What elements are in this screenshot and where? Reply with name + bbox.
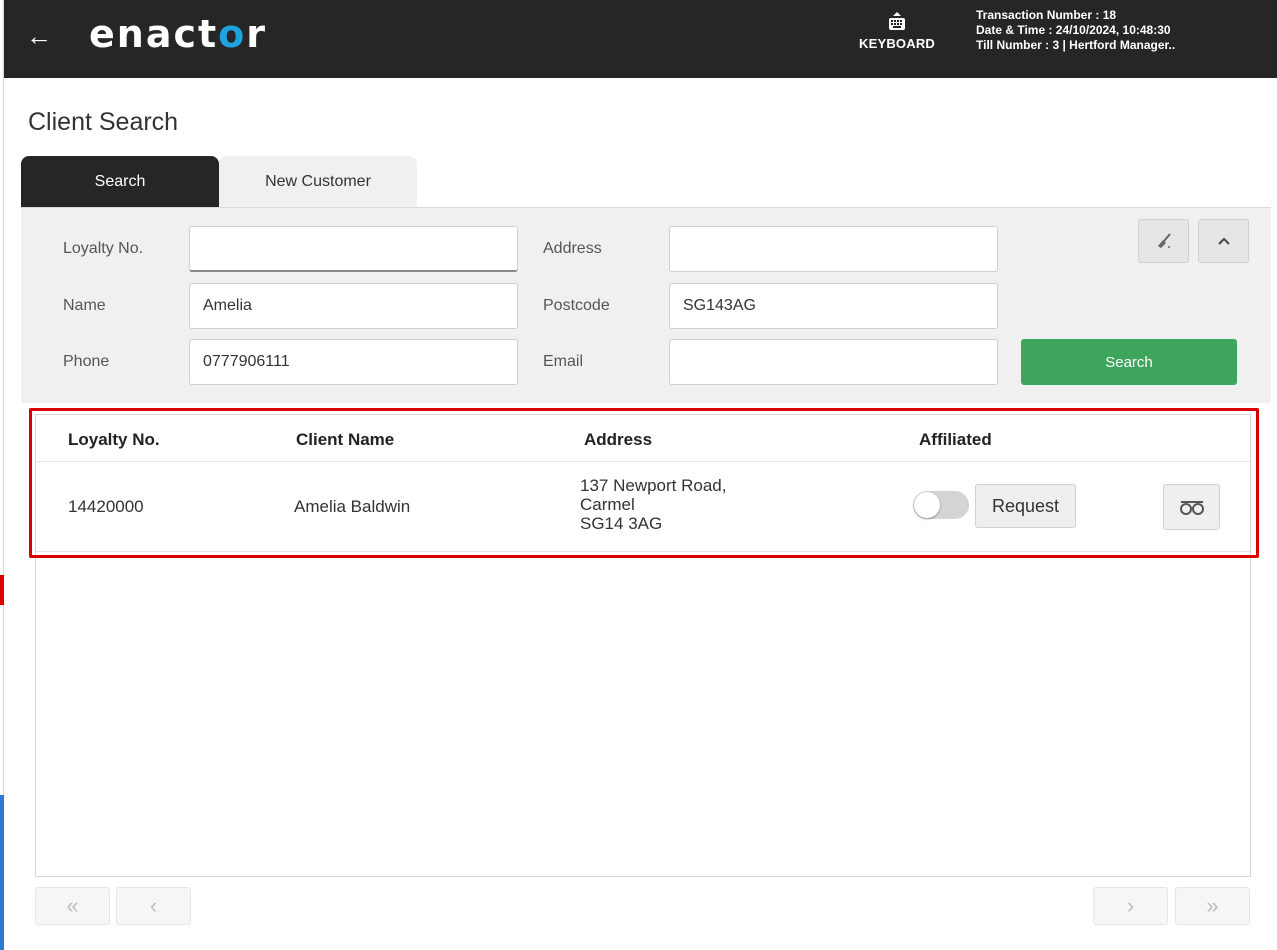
transaction-info: Transaction Number : 18 Date & Time : 24… xyxy=(976,8,1175,53)
address-label: Address xyxy=(543,240,602,257)
column-header-client-name: Client Name xyxy=(296,430,395,449)
address-line-3: SG14 3AG xyxy=(580,514,663,533)
row-address[interactable]: 137 Newport Road, Carmel SG14 3AG xyxy=(580,476,726,533)
loyalty-input[interactable] xyxy=(189,226,518,272)
transaction-number: Transaction Number : 18 xyxy=(976,8,1117,22)
broom-icon xyxy=(1157,233,1171,248)
last-page-button[interactable]: » xyxy=(1175,887,1250,925)
tab-search[interactable]: Search xyxy=(21,156,219,207)
row-divider xyxy=(36,551,1250,552)
glasses-icon xyxy=(1179,501,1204,515)
toggle-knob xyxy=(914,492,940,518)
first-page-button[interactable]: « xyxy=(35,887,110,925)
phone-input[interactable]: 0777906111 xyxy=(189,339,518,385)
keyboard-label: KEYBOARD xyxy=(859,36,935,51)
loyalty-label: Loyalty No. xyxy=(63,240,144,257)
header-divider xyxy=(36,461,1250,462)
view-details-button[interactable] xyxy=(1163,484,1220,530)
back-arrow-icon[interactable]: ← xyxy=(26,18,52,54)
till-number: Till Number : 3 | Hertford Manager.. xyxy=(976,38,1176,52)
search-button[interactable]: Search xyxy=(1021,339,1237,385)
background-window-edge xyxy=(0,0,4,950)
keyboard-button[interactable]: KEYBOARD xyxy=(852,12,942,51)
postcode-label: Postcode xyxy=(543,297,610,314)
email-label: Email xyxy=(543,353,584,370)
page-title: Client Search xyxy=(28,108,179,136)
column-header-affiliated: Affiliated xyxy=(919,430,992,449)
transaction-datetime: Date & Time : 24/10/2024, 10:48:30 xyxy=(976,23,1171,37)
row-loyalty-no[interactable]: 14420000 xyxy=(68,497,144,517)
app-header: ← enactor KEYBOARD Transaction Number : … xyxy=(4,0,1277,78)
next-page-button[interactable]: › xyxy=(1093,887,1168,925)
chevron-up-icon xyxy=(1217,237,1230,245)
column-header-address: Address xyxy=(584,430,653,449)
tab-new-customer[interactable]: New Customer xyxy=(219,156,417,207)
column-header-loyalty: Loyalty No. xyxy=(68,430,160,449)
affiliated-toggle[interactable] xyxy=(913,491,969,519)
previous-page-button[interactable]: ‹ xyxy=(116,887,191,925)
email-input[interactable] xyxy=(669,339,998,385)
address-input[interactable] xyxy=(669,226,998,272)
enactor-logo: enactor xyxy=(89,12,268,56)
keyboard-icon xyxy=(889,12,905,30)
name-input[interactable]: Amelia xyxy=(189,283,518,329)
collapse-button[interactable] xyxy=(1198,219,1249,263)
postcode-input[interactable]: SG143AG xyxy=(669,283,998,329)
address-line-2: Carmel xyxy=(580,495,635,514)
clear-button[interactable] xyxy=(1138,219,1189,263)
phone-label: Phone xyxy=(63,353,110,370)
request-button[interactable]: Request xyxy=(975,484,1076,528)
address-line-1: 137 Newport Road, xyxy=(580,476,727,495)
row-client-name[interactable]: Amelia Baldwin xyxy=(294,497,410,517)
name-label: Name xyxy=(63,297,106,314)
